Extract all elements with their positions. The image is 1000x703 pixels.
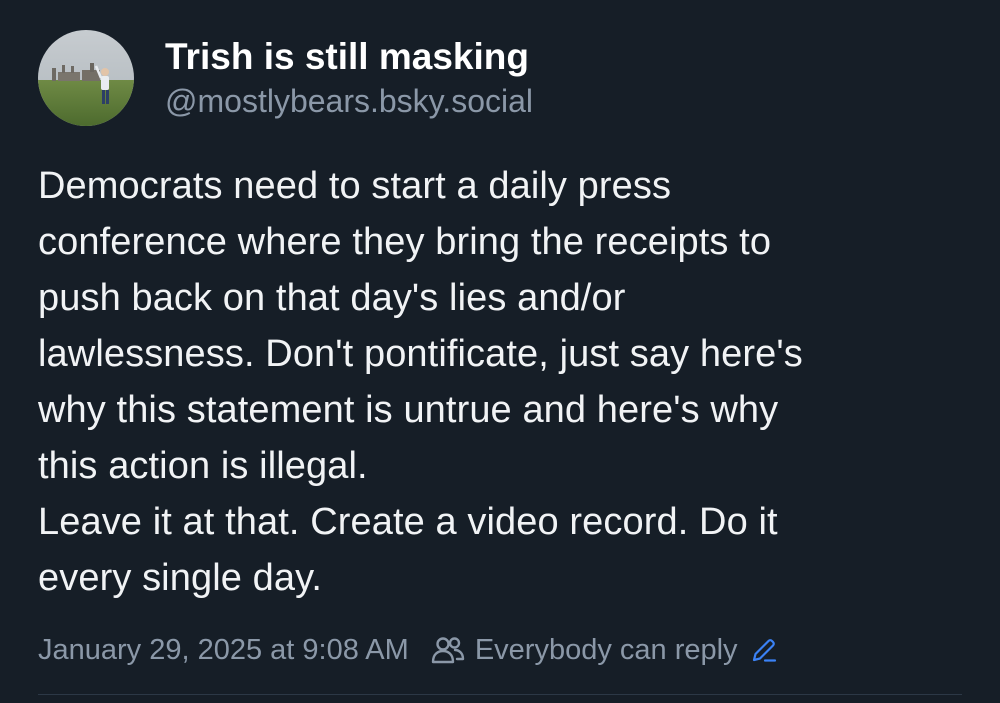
reply-setting-label: Everybody can reply (474, 633, 738, 666)
post-timestamp[interactable]: January 29, 2025 at 9:08 AM (38, 634, 409, 667)
post-text-line: Democrats need to start a daily press (38, 165, 672, 207)
post-text-line: push back on that day's lies and/or (38, 277, 626, 319)
post-text-line: this action is illegal. (38, 445, 368, 487)
post-text-line: lawlessness. Don't pontificate, just say… (38, 333, 803, 375)
people-icon (431, 635, 465, 665)
author-info: Trish is still masking @mostlybears.bsky… (165, 34, 960, 122)
post-text-line: why this statement is untrue and here's … (38, 389, 779, 431)
reply-setting-button[interactable]: Everybody can reply (431, 634, 778, 667)
author-handle[interactable]: @mostlybears.bsky.social (165, 80, 960, 122)
post-text-line: conference where they bring the receipts… (38, 221, 772, 263)
post-container: Trish is still masking @mostlybears.bsky… (0, 0, 1000, 703)
profile-photo-icon (38, 30, 134, 126)
pencil-icon[interactable] (750, 636, 778, 664)
post-text-line: Leave it at that. Create a video record.… (38, 501, 778, 543)
post-divider (38, 694, 962, 695)
avatar[interactable] (38, 30, 134, 126)
author-display-name[interactable]: Trish is still masking (165, 34, 960, 80)
post-text-line: every single day. (38, 557, 323, 599)
post-text: Democrats need to start a daily press co… (38, 158, 968, 606)
post-meta: January 29, 2025 at 9:08 AM Everybody ca… (38, 626, 778, 674)
